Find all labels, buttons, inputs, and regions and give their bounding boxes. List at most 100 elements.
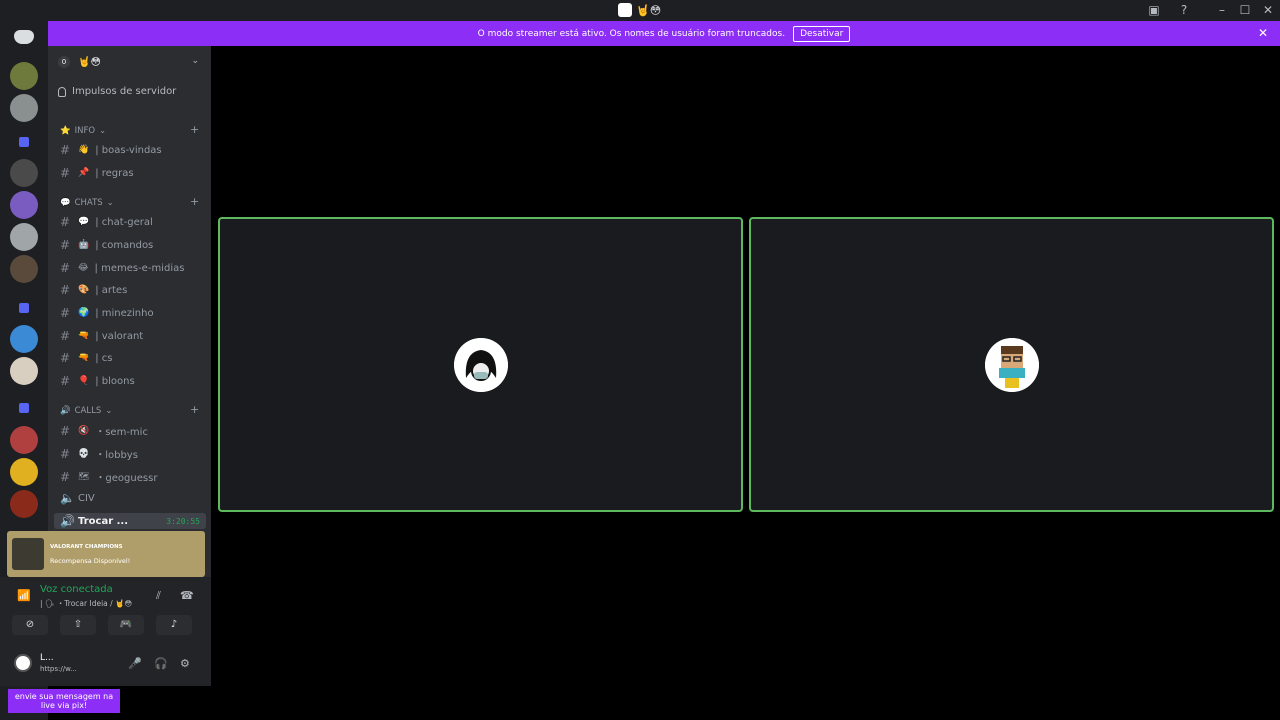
- channel-label: ・lobbys: [95, 450, 138, 461]
- username[interactable]: L...: [40, 653, 54, 663]
- category-label: INFO: [74, 126, 96, 136]
- chevron-down-icon: ⌄: [106, 198, 114, 208]
- discord-home-icon[interactable]: [14, 30, 34, 44]
- category-calls[interactable]: 🔊 CALLS ⌄ +: [60, 403, 199, 416]
- inbox-icon[interactable]: ▣: [1146, 2, 1162, 18]
- speaker-icon: 🔊: [60, 406, 71, 416]
- category-chats[interactable]: 💬 CHATS ⌄ +: [60, 195, 199, 208]
- channel-label: | minezinho: [95, 307, 154, 319]
- channel-emoji: 🤖: [78, 240, 90, 250]
- hash-icon: #: [60, 283, 71, 297]
- voice-status[interactable]: Voz conectada: [40, 584, 113, 595]
- server-icon[interactable]: [10, 325, 38, 353]
- help-icon[interactable]: ?: [1176, 2, 1192, 18]
- hash-icon: #: [60, 446, 71, 461]
- headphones-icon[interactable]: 🎧: [154, 657, 168, 670]
- hash-icon: #: [60, 351, 71, 365]
- participant-tile[interactable]: [749, 217, 1274, 512]
- server-icon[interactable]: [10, 191, 38, 219]
- voice-channel[interactable]: | 🗣 ・Trocar Ideia / 🤘😳: [40, 598, 132, 609]
- server-icon[interactable]: [10, 490, 38, 518]
- channel-lobbys[interactable]: # 💀 ・lobbys: [60, 446, 208, 462]
- promo-text: Recompensa Disponível!: [50, 556, 131, 565]
- channel-label: ・sem-mic: [95, 427, 148, 438]
- microphone-icon[interactable]: 🎤: [128, 657, 142, 670]
- folder-icon[interactable]: [19, 303, 29, 313]
- channel-sem-mic[interactable]: # 🔇 ・sem-mic: [60, 423, 208, 439]
- camera-off-button[interactable]: ⊘: [12, 615, 48, 635]
- server-icon[interactable]: [10, 426, 38, 454]
- channel-label: | chat-geral: [95, 216, 153, 228]
- hash-icon: #: [60, 374, 71, 388]
- voice-panel: 📶 Voz conectada | 🗣 ・Trocar Ideia / 🤘😳 ⫽…: [0, 577, 211, 642]
- channel-chat-geral[interactable]: # 💬 | chat-geral: [60, 215, 208, 229]
- minimize-icon[interactable]: –: [1214, 2, 1230, 18]
- soundboard-button[interactable]: ♪: [156, 615, 192, 635]
- channel-label: | regras: [95, 167, 134, 179]
- participant-tile[interactable]: [218, 217, 743, 512]
- channel-emoji: 🎨: [78, 285, 90, 295]
- server-boost-item[interactable]: Impulsos de servidor: [58, 86, 176, 97]
- signal-icon[interactable]: 📶: [17, 589, 31, 602]
- disable-streamer-button[interactable]: Desativar: [793, 25, 851, 42]
- close-icon[interactable]: ✕: [1258, 26, 1268, 40]
- folder-icon[interactable]: [19, 137, 29, 147]
- channel-emoji: 💬: [78, 217, 90, 227]
- server-icon-active[interactable]: [10, 62, 38, 90]
- channel-comandos[interactable]: # 🤖 | comandos: [60, 238, 208, 252]
- title-emojis: 🤘😳: [636, 3, 662, 17]
- channel-emoji: 📌: [78, 168, 90, 178]
- channel-label: | comandos: [95, 239, 154, 251]
- hash-icon: #: [60, 166, 71, 180]
- channel-geoguessr[interactable]: # 🗺 ・geoguessr: [60, 469, 208, 485]
- boost-label: Impulsos de servidor: [72, 86, 177, 97]
- add-channel-icon[interactable]: +: [190, 123, 199, 136]
- channel-boas-vindas[interactable]: # 👋 | boas-vindas: [60, 143, 208, 157]
- promo-card[interactable]: VALORANT CHAMPIONS Recompensa Disponível…: [7, 531, 205, 577]
- avatar[interactable]: [14, 654, 32, 672]
- channel-civ[interactable]: 🔈 CIV: [60, 491, 208, 505]
- server-icon[interactable]: [10, 223, 38, 251]
- channel-valorant[interactable]: # 🔫 | valorant: [60, 329, 208, 343]
- gear-icon[interactable]: ⚙: [180, 657, 190, 670]
- channel-bloons[interactable]: # 🎈 | bloons: [60, 374, 208, 388]
- server-icon[interactable]: [10, 255, 38, 283]
- channel-label: | artes: [95, 284, 128, 296]
- channel-minezinho[interactable]: # 🌍 | minezinho: [60, 306, 208, 320]
- close-icon[interactable]: ✕: [1260, 2, 1276, 18]
- server-icon[interactable]: [10, 458, 38, 486]
- server-icon[interactable]: [10, 159, 38, 187]
- add-channel-icon[interactable]: +: [190, 195, 199, 208]
- channel-active-voice[interactable]: 🔊 Trocar ... 3:20:55: [54, 513, 206, 529]
- channel-regras[interactable]: # 📌 | regras: [60, 166, 208, 180]
- channel-label: Trocar ...: [78, 515, 129, 527]
- server-icon[interactable]: [10, 94, 38, 122]
- channel-emoji: 😂: [78, 263, 89, 273]
- add-channel-icon[interactable]: +: [190, 403, 199, 416]
- noise-suppression-icon[interactable]: ⫽: [156, 589, 161, 603]
- category-info[interactable]: ⭐ INFO ⌄ +: [60, 123, 199, 136]
- chevron-down-icon[interactable]: ⌄: [191, 56, 199, 66]
- server-icon[interactable]: [10, 357, 38, 385]
- valorant-champions-logo: [12, 538, 44, 570]
- channel-emoji: 🔫: [78, 331, 90, 341]
- pix-overlay: envie sua mensagem na live via pix!: [8, 689, 120, 713]
- streamer-mode-banner: O modo streamer está ativo. Os nomes de …: [48, 21, 1280, 46]
- star-icon: ⭐: [60, 126, 71, 136]
- channel-memes-e-midias[interactable]: # 😂 | memes-e-midias: [60, 261, 208, 275]
- activity-button[interactable]: 🎮: [108, 615, 144, 635]
- channel-label: | bloons: [95, 375, 135, 387]
- channel-label: | cs: [95, 352, 113, 364]
- banner-text: O modo streamer está ativo. Os nomes de …: [477, 28, 786, 39]
- maximize-icon[interactable]: ☐: [1237, 2, 1253, 18]
- disconnect-icon[interactable]: ☎: [180, 589, 194, 602]
- channel-artes[interactable]: # 🎨 | artes: [60, 283, 208, 297]
- screen-share-button[interactable]: ⇧: [60, 615, 96, 635]
- boost-icon: [58, 86, 66, 97]
- call-timer: 3:20:55: [166, 516, 200, 526]
- server-name: 🤘😳: [78, 56, 101, 68]
- hash-icon: #: [60, 238, 71, 252]
- server-header[interactable]: 0 🤘😳 ⌄: [48, 46, 211, 78]
- channel-cs[interactable]: # 🔫 | cs: [60, 351, 208, 365]
- folder-icon[interactable]: [19, 403, 29, 413]
